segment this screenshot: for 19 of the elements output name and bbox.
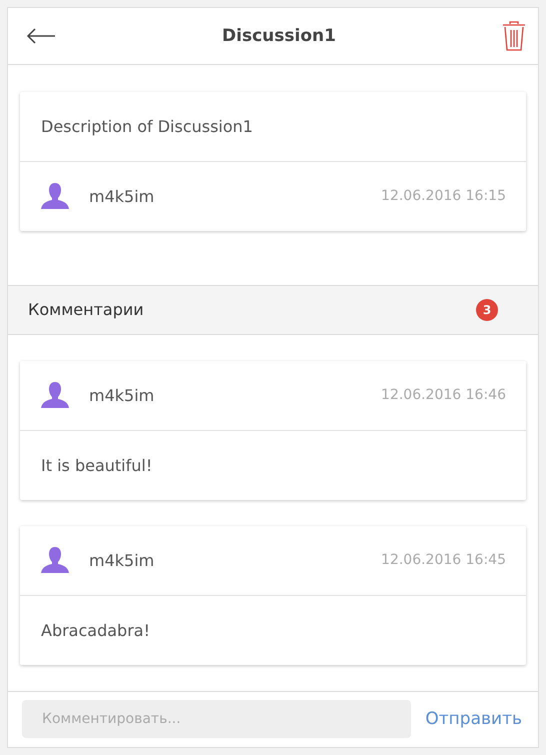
- comment-text: It is beautiful!: [41, 456, 152, 474]
- post-date: 12.06.2016 16:15: [381, 188, 506, 204]
- author-name: m4k5im: [89, 550, 156, 570]
- author-name: m4k5im: [89, 186, 156, 206]
- comment-text: Abracadabra!: [41, 620, 150, 640]
- user-icon: [41, 382, 69, 408]
- discussion-description: Description of Discussion1: [41, 116, 253, 136]
- count-badge: 3: [476, 298, 498, 320]
- comment-date: 12.06.2016 16:46: [381, 387, 506, 403]
- user-icon: [41, 547, 69, 573]
- comment-date: 12.06.2016 16:45: [381, 552, 506, 568]
- back-button[interactable]: [26, 28, 56, 44]
- section-title: Комментарии: [28, 300, 144, 319]
- author-name: m4k5im: [89, 386, 156, 404]
- user-icon: [41, 183, 69, 209]
- comment-field[interactable]: Комментировать...: [22, 700, 412, 738]
- page-title: Discussion1: [222, 26, 336, 46]
- trash-icon[interactable]: [502, 20, 526, 51]
- send-link[interactable]: Отправить: [425, 709, 522, 730]
